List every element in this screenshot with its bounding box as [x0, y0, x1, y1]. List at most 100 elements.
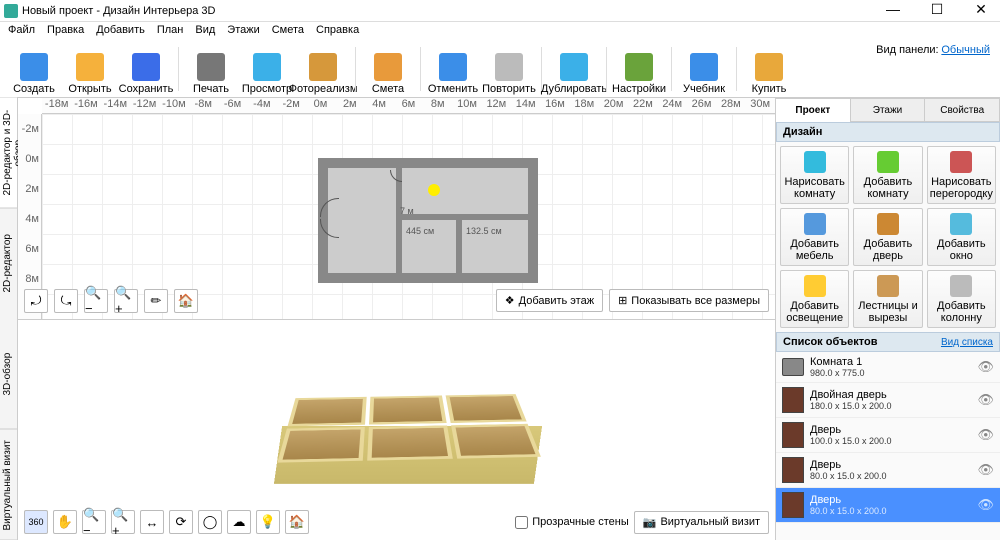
plan-tool-1[interactable]: ⤿: [54, 289, 78, 313]
object-item[interactable]: Комната 1980.0 x 775.0👁: [776, 352, 1000, 383]
toolbar-Дублировать[interactable]: Дублировать: [546, 43, 602, 95]
dimension-label: 132.5 см: [466, 226, 502, 236]
menu-Этажи[interactable]: Этажи: [227, 24, 259, 38]
toolbar-Настройки[interactable]: Настройки: [611, 43, 667, 95]
door-icon: [782, 457, 804, 483]
visibility-icon[interactable]: 👁: [977, 359, 994, 375]
object-item[interactable]: Дверь80.0 x 15.0 x 200.0👁: [776, 488, 1000, 523]
design-btn-0[interactable]: Нарисоватькомнату: [780, 146, 849, 204]
show-dimensions-button[interactable]: ⊞Показывать все размеры: [609, 289, 769, 312]
tab-Свойства[interactable]: Свойства: [925, 98, 1000, 122]
plan-tool-4[interactable]: ✏: [144, 289, 168, 313]
toolbar-Купить[interactable]: Купить: [741, 43, 797, 95]
workarea: 2D-редактор и 3D-обзор2D-редактор3D-обзо…: [0, 98, 1000, 540]
object-item[interactable]: Двойная дверь180.0 x 15.0 x 200.0👁: [776, 383, 1000, 418]
design-btn-4[interactable]: Добавитьдверь: [853, 208, 922, 266]
titlebar: Новый проект - Дизайн Интерьера 3D — ☐ ✕: [0, 0, 1000, 22]
door-icon: [782, 422, 804, 448]
plan-2d-view[interactable]: -18м-16м-14м-12м-10м-8м-6м-4м-2м0м2м4м6м…: [18, 98, 775, 320]
view3d-tool-2[interactable]: 🔍−: [82, 510, 106, 534]
menu-Добавить[interactable]: Добавить: [96, 24, 145, 38]
view-panel-link[interactable]: Обычный: [941, 44, 990, 56]
wall[interactable]: [456, 214, 462, 276]
dimension-label: 445 см: [406, 226, 434, 236]
room-3d-render: [258, 350, 558, 520]
plan-tool-3[interactable]: 🔍+: [114, 289, 138, 313]
view3d-tool-9[interactable]: 🏠: [285, 510, 309, 534]
toolbar-Смета[interactable]: Смета: [360, 43, 416, 95]
ruler-horizontal: -18м-16м-14м-12м-10м-8м-6м-4м-2м0м2м4м6м…: [42, 98, 775, 114]
window-title: Новый проект - Дизайн Интерьера 3D: [22, 5, 878, 17]
view3d-tool-6[interactable]: ◯: [198, 510, 222, 534]
maximize-button[interactable]: ☐: [922, 1, 952, 21]
toolbar-Просмотр[interactable]: Просмотр: [239, 43, 295, 95]
vtab-2[interactable]: 3D-обзор: [0, 319, 17, 430]
toolbar-Отменить[interactable]: Отменить: [425, 43, 481, 95]
menu-Справка[interactable]: Справка: [316, 24, 359, 38]
vtab-0[interactable]: 2D-редактор и 3D-обзор: [0, 98, 17, 209]
view3d-tool-4[interactable]: ↔: [140, 510, 164, 534]
object-list: Комната 1980.0 x 775.0👁Двойная дверь180.…: [776, 352, 1000, 540]
list-view-link[interactable]: Вид списка: [941, 337, 993, 348]
design-btn-3[interactable]: Добавитьмебель: [780, 208, 849, 266]
menu-План[interactable]: План: [157, 24, 184, 38]
view-3d[interactable]: 360✋🔍−🔍+↔⟳◯☁💡🏠 Прозрачные стены 📷Виртуал…: [18, 320, 775, 540]
object-item[interactable]: Дверь80.0 x 15.0 x 200.0👁: [776, 453, 1000, 488]
view3d-tool-8[interactable]: 💡: [256, 510, 280, 534]
toolbar-Учебник[interactable]: Учебник: [676, 43, 732, 95]
light-marker-icon[interactable]: [428, 184, 440, 196]
menu-Смета[interactable]: Смета: [272, 24, 304, 38]
double-door-icon[interactable]: [320, 198, 330, 238]
right-tabs: ПроектЭтажиСвойства: [776, 98, 1000, 122]
visibility-icon[interactable]: 👁: [977, 392, 994, 408]
toolbar-Сохранить[interactable]: Сохранить: [118, 43, 174, 95]
toolbar-Фотореализм[interactable]: Фотореализм: [295, 43, 351, 95]
plan-tool-5[interactable]: 🏠: [174, 289, 198, 313]
app-icon: [4, 4, 18, 18]
design-btn-8[interactable]: Добавитьколонну: [927, 270, 996, 328]
design-section-header: Дизайн: [776, 122, 1000, 142]
virtual-visit-button[interactable]: 📷Виртуальный визит: [634, 511, 769, 534]
plan-toolbar: ⤾⤿🔍−🔍+✏🏠 ❖Добавить этаж ⊞Показывать все …: [24, 289, 769, 313]
menubar: Файл Правка Добавить План Вид Этажи Смета Справ…: [0, 22, 1000, 40]
visibility-icon[interactable]: 👁: [977, 427, 994, 443]
view3d-tool-5[interactable]: ⟳: [169, 510, 193, 534]
floorplan[interactable]: 7 м 445 см 132.5 см: [318, 158, 538, 283]
toolbar-Создать[interactable]: Создать: [6, 43, 62, 95]
visibility-icon[interactable]: 👁: [977, 497, 994, 513]
tab-Этажи[interactable]: Этажи: [851, 98, 926, 122]
minimize-button[interactable]: —: [878, 1, 908, 21]
view-panel-label: Вид панели: Обычный: [876, 44, 990, 56]
close-button[interactable]: ✕: [966, 1, 996, 21]
visibility-icon[interactable]: 👁: [977, 462, 994, 478]
plan-tool-2[interactable]: 🔍−: [84, 289, 108, 313]
plan-tool-0[interactable]: ⤾: [24, 289, 48, 313]
tab-Проект[interactable]: Проект: [776, 98, 851, 122]
toolbar: СоздатьОткрытьСохранитьПечатьПросмотрФот…: [0, 40, 1000, 98]
toolbar-Повторить[interactable]: Повторить: [481, 43, 537, 95]
add-floor-button[interactable]: ❖Добавить этаж: [496, 289, 603, 312]
view3d-tool-0[interactable]: 360: [24, 510, 48, 534]
design-btn-2[interactable]: Нарисоватьперегородку: [927, 146, 996, 204]
menu-Правка[interactable]: Правка: [47, 24, 84, 38]
door-icon: [782, 387, 804, 413]
view3d-tool-7[interactable]: ☁: [227, 510, 251, 534]
view3d-tool-3[interactable]: 🔍+: [111, 510, 135, 534]
vtab-1[interactable]: 2D-редактор: [0, 209, 17, 320]
design-btn-7[interactable]: Лестницы ивырезы: [853, 270, 922, 328]
vtab-3[interactable]: Виртуальный визит: [0, 430, 17, 540]
design-buttons-grid: НарисоватькомнатуДобавитькомнатуНарисова…: [776, 142, 1000, 332]
menu-Вид[interactable]: Вид: [195, 24, 215, 38]
menu-Файл[interactable]: Файл: [8, 24, 35, 38]
design-btn-1[interactable]: Добавитькомнату: [853, 146, 922, 204]
wall[interactable]: [396, 214, 528, 220]
view3d-tool-1[interactable]: ✋: [53, 510, 77, 534]
toolbar-Открыть[interactable]: Открыть: [62, 43, 118, 95]
toolbar-Печать[interactable]: Печать: [183, 43, 239, 95]
transparent-walls-checkbox[interactable]: Прозрачные стены: [515, 516, 628, 529]
design-btn-6[interactable]: Добавитьосвещение: [780, 270, 849, 328]
object-item[interactable]: Дверь100.0 x 15.0 x 200.0👁: [776, 418, 1000, 453]
design-btn-5[interactable]: Добавитьокно: [927, 208, 996, 266]
door-icon: [782, 492, 804, 518]
door-icon[interactable]: [390, 170, 402, 182]
